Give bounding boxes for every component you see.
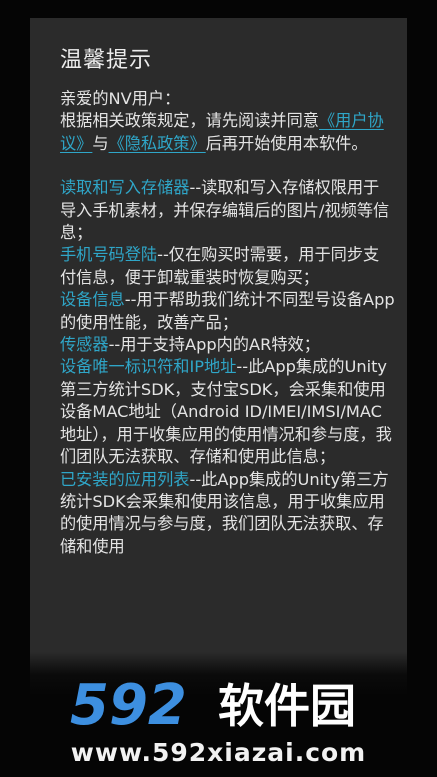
and-text: 与 [92,133,109,153]
permission-name: 设备唯一标识符和IP地址 [60,357,237,377]
intro-paragraph: 根据相关政策规定，请先阅读并同意《用户协议》与《隐私政策》后再开始使用本软件。 [60,110,395,155]
permission-name: 传感器 [60,335,109,355]
intro-text-1: 根据相关政策规定，请先阅读并同意 [60,111,319,131]
permission-name: 手机号码登陆 [60,245,158,265]
permission-name: 已安装的应用列表 [60,469,190,489]
dialog-body: 亲爱的NV用户： 根据相关政策规定，请先阅读并同意《用户协议》与《隐私政策》后再… [60,88,395,558]
permission-name: 读取和写入存储器 [60,178,190,198]
logo-text: 软件园 [218,679,356,733]
permission-name: 设备信息 [60,290,125,310]
privacy-policy-link[interactable]: 《隐私政策》 [109,134,206,153]
permission-item: 已安装的应用列表--此App集成的Unity第三方统计SDK会采集和使用该信息，… [60,469,395,559]
permission-item: 设备唯一标识符和IP地址--此App集成的Unity第三方统计SDK，支付宝SD… [60,356,395,468]
intro-text-2: 后再开始使用本软件。 [205,133,368,153]
permission-item: 设备信息--用于帮助我们统计不同型号设备App的使用性能，改善产品； [60,289,395,334]
watermark-overlay: 592 软件园 www.592xiazai.com [0,652,437,777]
permission-desc: --用于支持App内的AR特效； [108,335,320,355]
watermark-url: www.592xiazai.com [70,738,367,767]
logo-digits: 592 [70,674,187,734]
permission-item: 传感器--用于支持App内的AR特效； [60,334,395,356]
permission-item: 手机号码登陆--仅在购买时需要，用于同步支付信息，便于卸载重装时恢复购买； [60,244,395,289]
site-logo: 592 软件园 [70,674,356,734]
permission-item: 读取和写入存储器--读取和写入存储权限用于导入手机素材，并保存编辑后的图片/视频… [60,177,395,244]
greeting-text: 亲爱的NV用户： [60,89,181,108]
dialog-title: 温馨提示 [60,48,153,73]
